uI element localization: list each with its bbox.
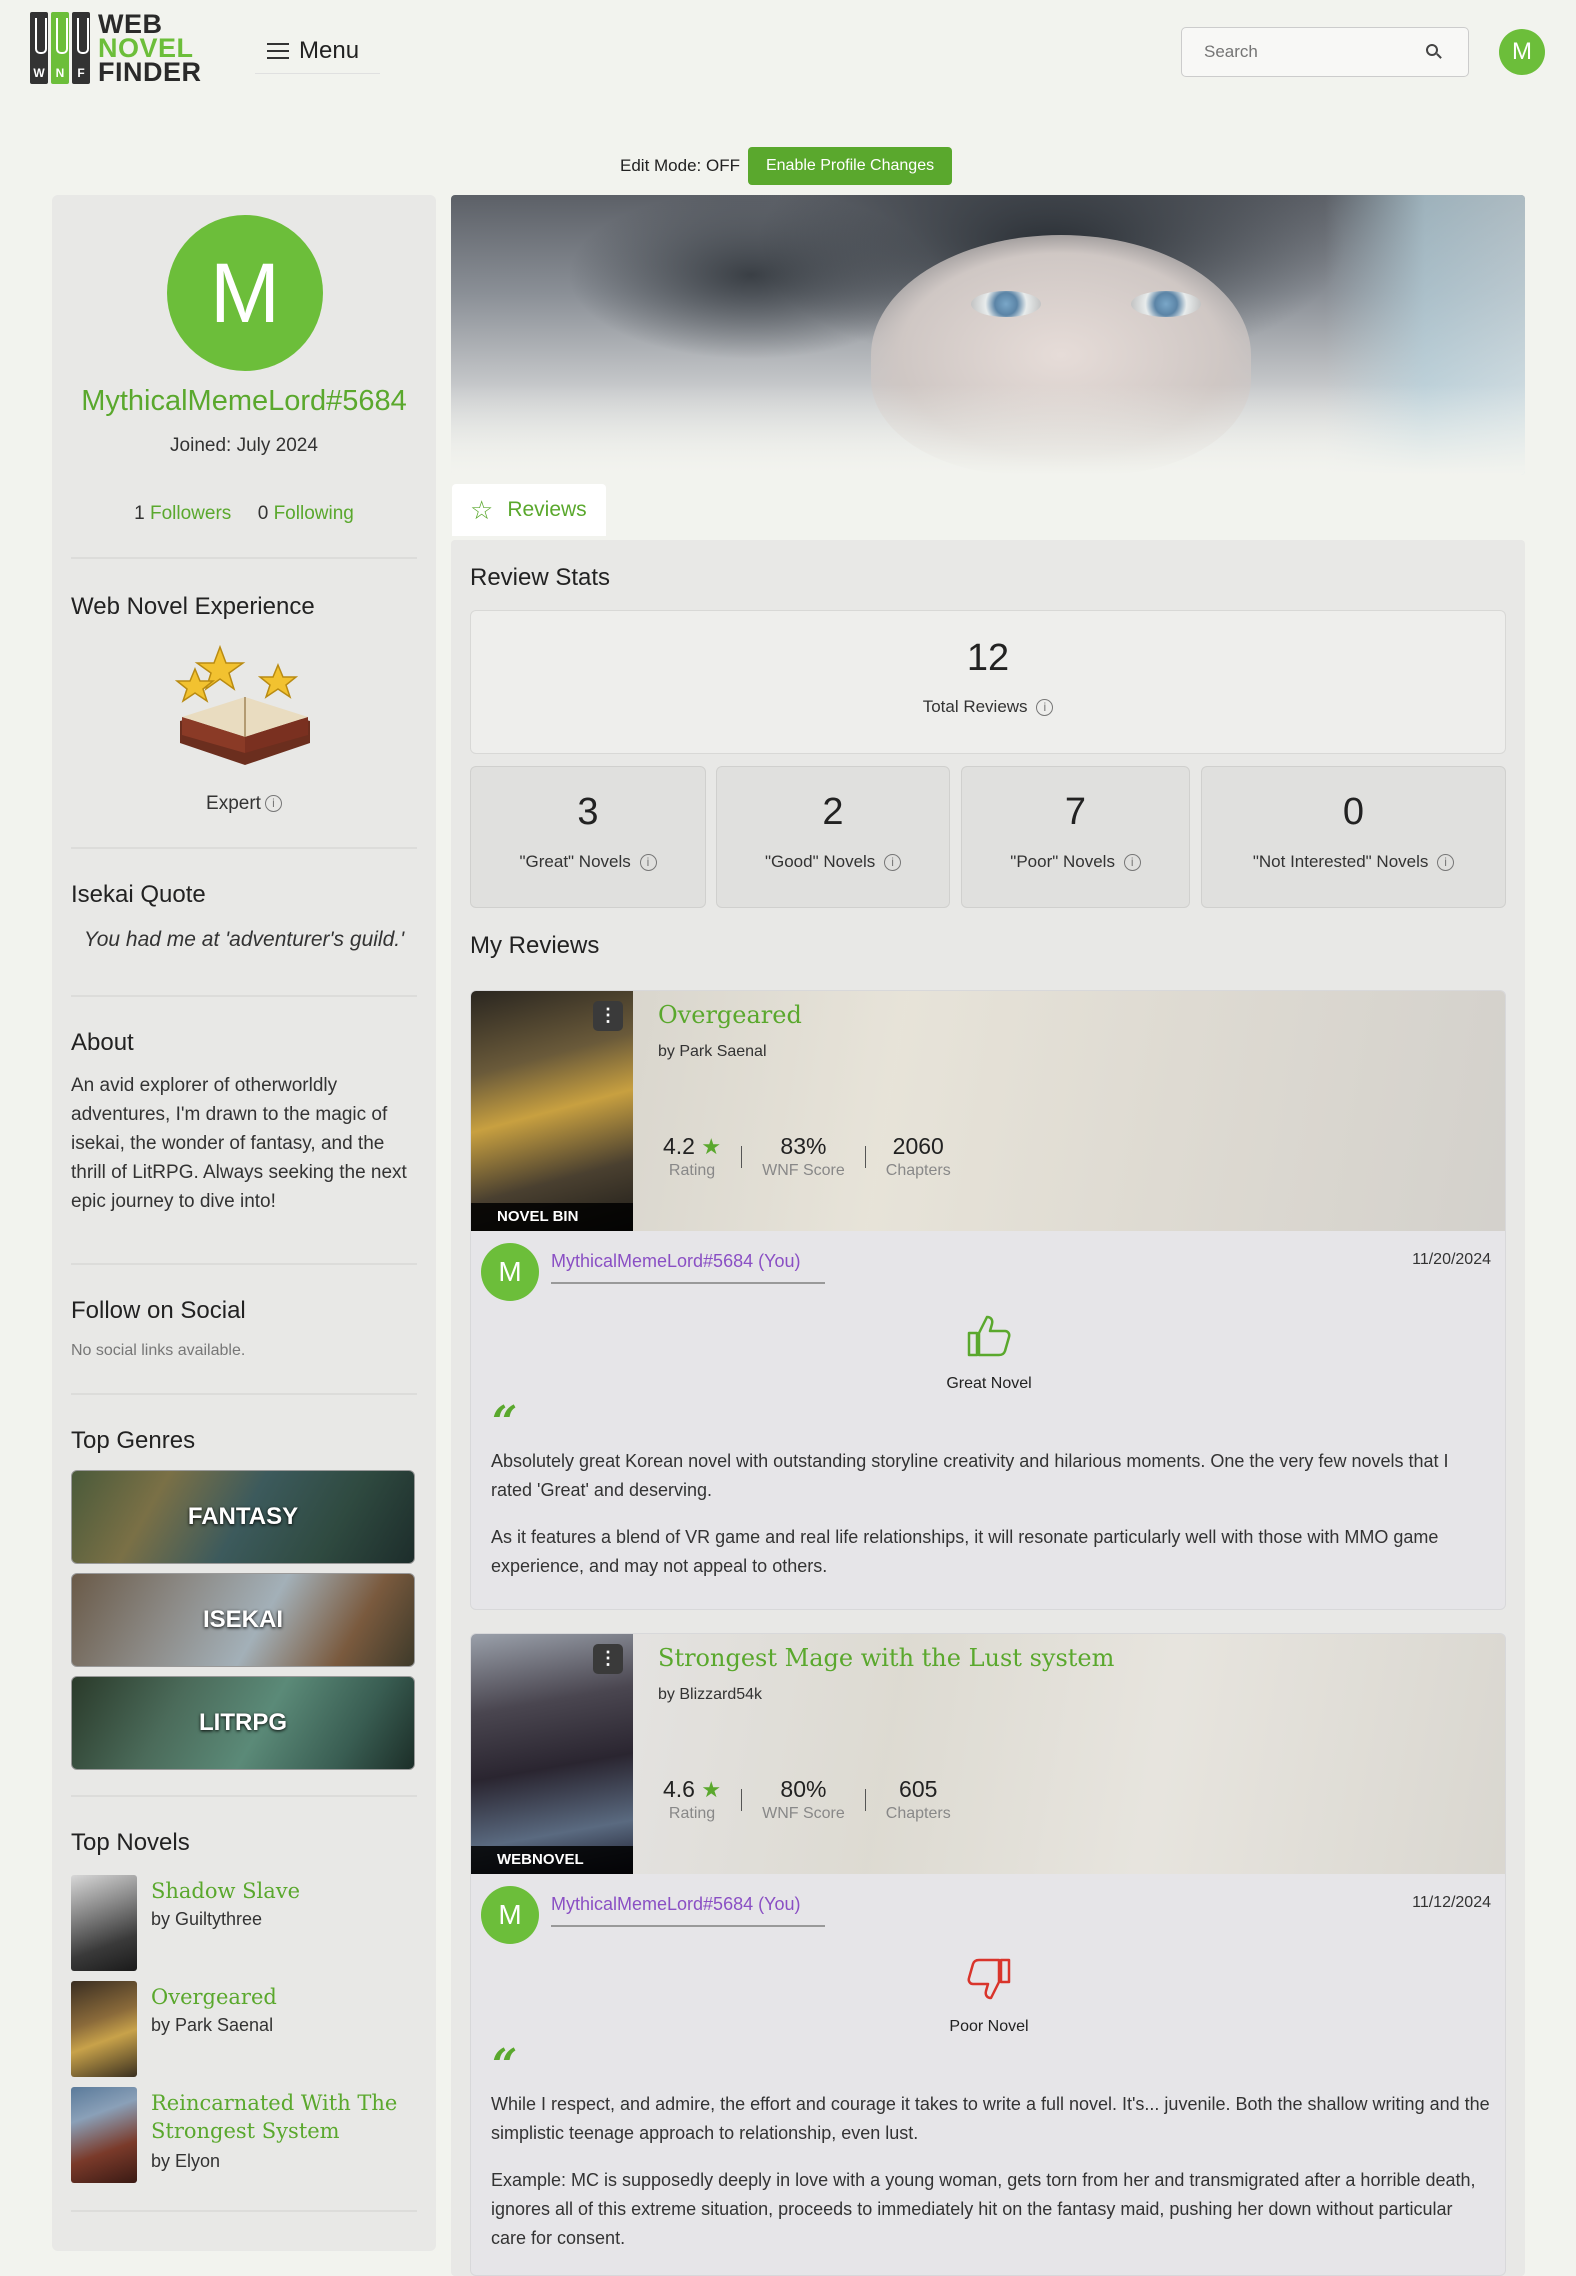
reviewer-username-link[interactable]: MythicalMemeLord#5684 (You) (551, 1251, 825, 1284)
review-card: ⋮ WEBNOVEL Strongest Mage with the Lust … (470, 1633, 1506, 2276)
social-heading: Follow on Social (71, 1297, 246, 1324)
followers-link[interactable]: 1 Followers (134, 503, 231, 524)
menu-button[interactable]: Menu (255, 28, 380, 74)
hamburger-icon (267, 42, 289, 59)
divider (71, 995, 417, 997)
experience-level: Expert i (52, 793, 436, 815)
novel-cover-thumbnail (71, 1875, 137, 1971)
top-novel-item[interactable]: Overgeared by Park Saenal (71, 1981, 421, 2077)
review-novel-stats: 4.6 ★ Rating 80% WNF Score 605 Chapters (663, 1776, 951, 1822)
no-social-message: No social links available. (71, 1342, 246, 1359)
total-reviews-label: Total Reviews i (471, 697, 1505, 717)
genre-card-isekai[interactable]: ISEKAI (71, 1573, 415, 1667)
info-icon[interactable]: i (1437, 854, 1455, 872)
thumbs-up-icon (967, 1315, 1011, 1357)
novel-cover-thumbnail (71, 2087, 137, 2183)
info-icon[interactable]: i (264, 795, 282, 813)
info-icon[interactable]: i (884, 854, 902, 872)
user-avatar[interactable]: M (1499, 29, 1545, 75)
review-verdict: Poor Novel (949, 2018, 1029, 2035)
star-icon: ★ (701, 1777, 722, 1802)
profile-username: MythicalMemeLord#5684 (81, 385, 407, 417)
reviewer-avatar[interactable]: M (481, 1886, 539, 1944)
review-novel-author: by Park Saenal (658, 1043, 767, 1060)
logo-books-icon: W N F (30, 12, 92, 84)
novel-cover-image[interactable]: ⋮ WEBNOVEL (471, 1634, 633, 1874)
reviewer-avatar[interactable]: M (481, 1243, 539, 1301)
review-stats-heading: Review Stats (470, 564, 611, 591)
edit-mode-status: Edit Mode: OFF (620, 156, 740, 175)
reviewer-username-link[interactable]: MythicalMemeLord#5684 (You) (551, 1894, 825, 1927)
quote-mark-icon: “ (492, 2040, 518, 2091)
thumbs-down-icon (967, 1958, 1011, 2000)
divider (71, 1263, 417, 1265)
search-box[interactable] (1181, 27, 1469, 77)
edit-mode-bar: Edit Mode: OFF Enable Profile Changes (620, 147, 953, 185)
review-novel-author: by Blizzard54k (658, 1686, 763, 1703)
review-text: While I respect, and admire, the effort … (491, 2094, 1490, 2248)
isekai-quote-heading: Isekai Quote (71, 881, 206, 908)
good-novels-stat: 2 "Good" Novels i (716, 766, 950, 908)
experience-heading: Web Novel Experience (71, 593, 315, 620)
profile-avatar: M (167, 215, 323, 371)
review-novel-title[interactable]: Strongest Mage with the Lust system (658, 1644, 1114, 1672)
search-icon[interactable] (1426, 44, 1438, 56)
source-badge: WEBNOVEL (471, 1846, 633, 1874)
genre-card-litrpg[interactable]: LITRPG (71, 1676, 415, 1770)
review-date: 11/20/2024 (1412, 1251, 1491, 1268)
enable-profile-changes-button[interactable]: Enable Profile Changes (747, 147, 953, 185)
novel-cover-image[interactable]: ⋮ NOVEL BIN (471, 991, 633, 1231)
source-badge: NOVEL BIN (471, 1203, 633, 1231)
divider (71, 1795, 417, 1797)
total-reviews-card: 12 Total Reviews i (470, 610, 1506, 754)
isekai-quote: You had me at 'adventurer's guild.' (83, 928, 405, 951)
about-text: An avid explorer of otherworldly adventu… (71, 1075, 407, 1212)
divider (71, 1393, 417, 1395)
info-icon[interactable]: i (1036, 699, 1054, 717)
search-input[interactable] (1204, 42, 1404, 62)
expert-book-stars-icon (174, 644, 310, 765)
top-novels-heading: Top Novels (71, 1829, 190, 1856)
review-text: Absolutely great Korean novel with outst… (491, 1451, 1449, 1576)
top-novel-item[interactable]: Reincarnated With The Strongest System b… (71, 2087, 421, 2183)
review-verdict: Great Novel (946, 1375, 1032, 1392)
review-novel-header[interactable]: ⋮ NOVEL BIN Overgeared by Park Saenal 4.… (471, 991, 1505, 1231)
poor-novels-stat: 7 "Poor" Novels i (961, 766, 1190, 908)
great-novels-stat: 3 "Great" Novels i (470, 766, 706, 908)
profile-banner-image (451, 195, 1525, 475)
review-card: ⋮ NOVEL BIN Overgeared by Park Saenal 4.… (470, 990, 1506, 1610)
top-genres-heading: Top Genres (71, 1427, 196, 1454)
review-novel-header[interactable]: ⋮ WEBNOVEL Strongest Mage with the Lust … (471, 1634, 1505, 1874)
quote-mark-icon: “ (492, 1397, 518, 1448)
review-novel-title[interactable]: Overgeared (658, 1001, 802, 1029)
following-link[interactable]: 0 Following (258, 503, 354, 524)
divider (71, 557, 417, 559)
novel-cover-thumbnail (71, 1981, 137, 2077)
total-reviews-count: 12 (966, 637, 1010, 679)
profile-sidebar: M MythicalMemeLord#5684 Joined: July 202… (52, 195, 436, 2251)
tab-reviews[interactable]: ☆ Reviews (452, 484, 606, 536)
follow-counts: 1 Followers 0 Following (52, 503, 436, 525)
divider (71, 2210, 417, 2212)
site-logo[interactable]: W N F WEB NOVEL FINDER (30, 9, 202, 87)
star-outline-icon: ☆ (470, 494, 494, 525)
info-icon[interactable]: i (639, 854, 657, 872)
reviews-panel: Review Stats 12 Total Reviews i 3 "Great… (451, 540, 1525, 2276)
top-novel-item[interactable]: Shadow Slave by Guiltythree (71, 1875, 421, 1971)
review-novel-stats: 4.2 ★ Rating 83% WNF Score 2060 Chapters (663, 1133, 951, 1179)
my-reviews-heading: My Reviews (470, 932, 600, 959)
logo-wordmark: WEB NOVEL FINDER (98, 9, 202, 87)
more-options-icon[interactable]: ⋮ (593, 1644, 623, 1674)
divider (71, 847, 417, 849)
top-navigation-bar: W N F WEB NOVEL FINDER Menu M (0, 0, 1576, 110)
info-icon[interactable]: i (1123, 854, 1141, 872)
review-date: 11/12/2024 (1412, 1894, 1491, 1911)
genre-card-fantasy[interactable]: FANTASY (71, 1470, 415, 1564)
not-interested-novels-stat: 0 "Not Interested" Novels i (1201, 766, 1506, 908)
more-options-icon[interactable]: ⋮ (593, 1001, 623, 1031)
about-heading: About (71, 1029, 134, 1056)
star-icon: ★ (701, 1134, 722, 1159)
profile-joined-date: Joined: July 2024 (170, 435, 318, 456)
